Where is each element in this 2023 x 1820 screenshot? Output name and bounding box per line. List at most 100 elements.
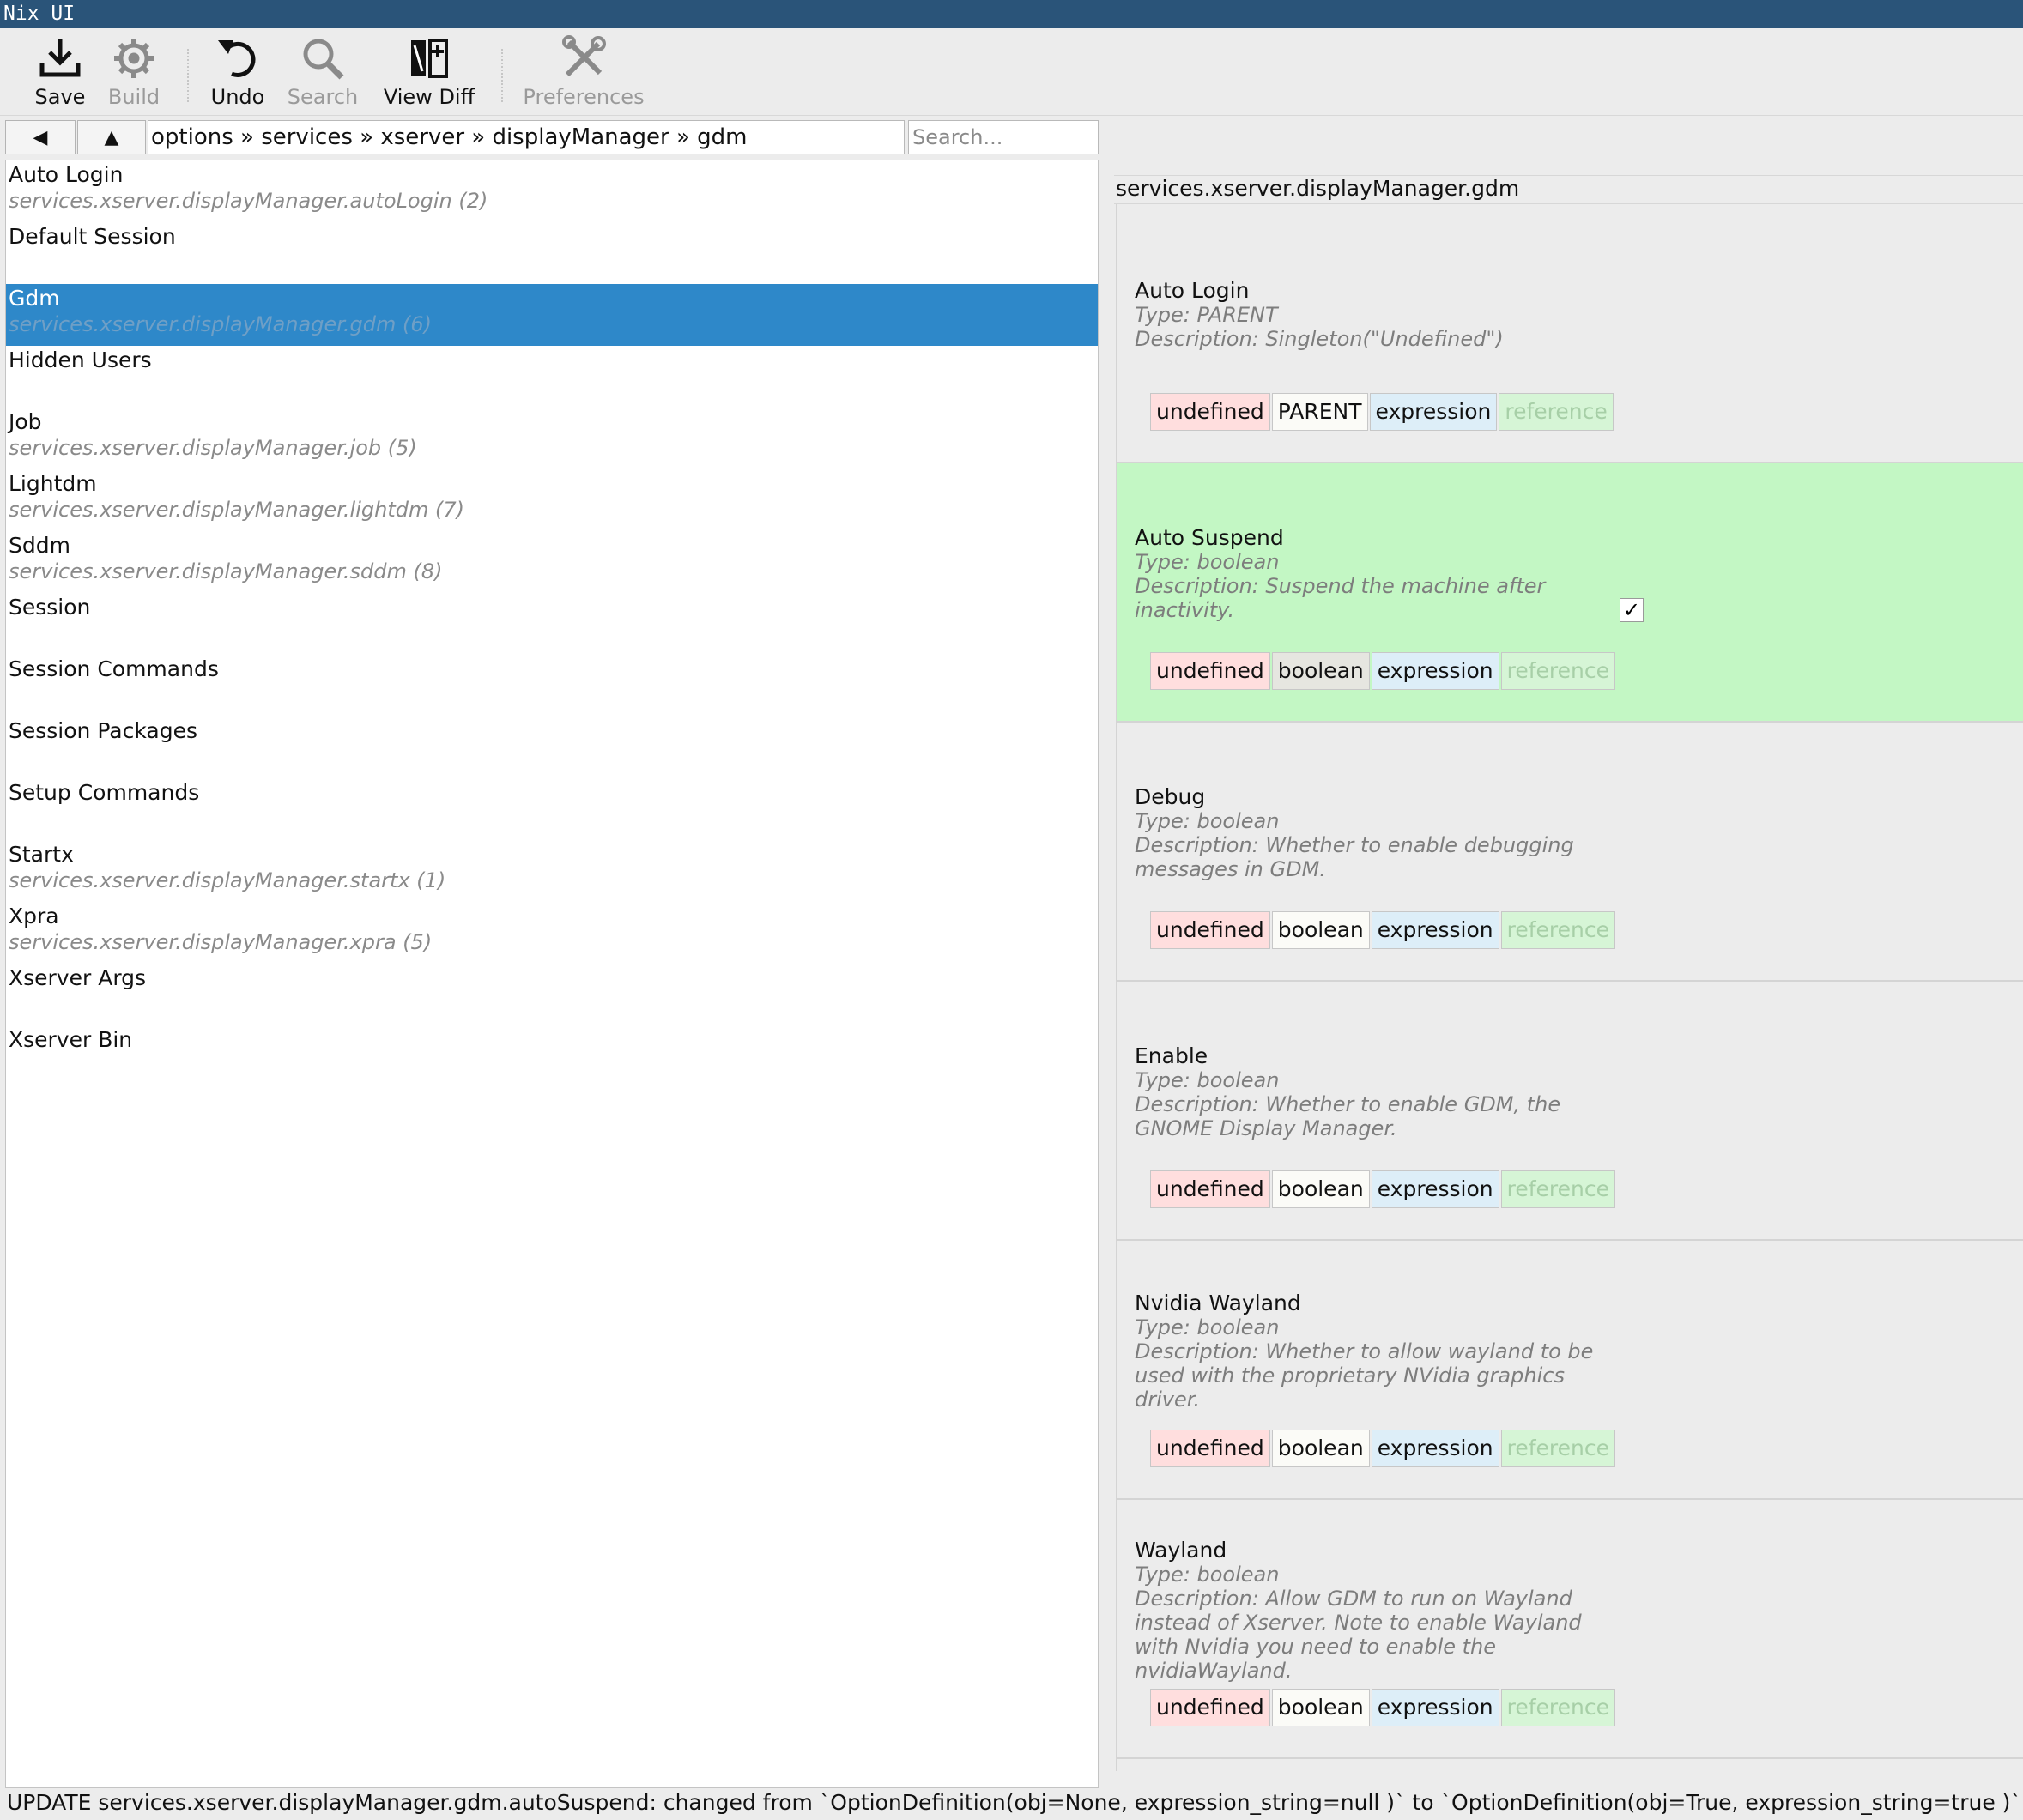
list-item[interactable]: Session [6, 593, 1098, 655]
tab-type[interactable]: boolean [1271, 1689, 1370, 1726]
value-type-tabs: undefined boolean expression reference [1150, 652, 1617, 690]
value-type-tabs: undefined boolean expression reference [1150, 1689, 1617, 1726]
list-item[interactable]: Session Packages [6, 717, 1098, 778]
tab-reference[interactable]: reference [1500, 1170, 1615, 1208]
tab-expression[interactable]: expression [1371, 1430, 1499, 1467]
list-item[interactable]: Session Commands [6, 655, 1098, 717]
tab-type[interactable]: boolean [1271, 652, 1370, 690]
option-description: Description: Suspend the machine after [1135, 574, 1546, 598]
value-type-tabs: undefined boolean expression reference [1150, 1430, 1617, 1467]
option-card: Auto Suspend Type: boolean Description: Su… [1117, 463, 2023, 723]
option-name: Debug [1135, 784, 1206, 809]
option-description: Description: Allow GDM to run on Wayland [1135, 1587, 1572, 1611]
list-item-title: Session Commands [9, 656, 219, 681]
tab-expression[interactable]: expression [1371, 911, 1499, 949]
list-item-title: Startx [9, 842, 74, 867]
back-button[interactable]: ◀ [5, 120, 76, 154]
list-item-path: services.xserver.displayManager.job (5) [9, 436, 417, 460]
list-item-path: services.xserver.displayManager.lightdm … [9, 498, 464, 522]
details-header: services.xserver.displayManager.gdm [1114, 175, 2023, 204]
tab-reference[interactable]: reference [1500, 652, 1615, 690]
build-button[interactable]: Build [106, 33, 161, 112]
list-item[interactable]: Xserver Args [6, 964, 1098, 1025]
tab-undefined[interactable]: undefined [1150, 1689, 1270, 1726]
breadcrumb-path: options » services » xserver » displayMa… [151, 124, 748, 150]
tab-expression[interactable]: expression [1371, 1689, 1499, 1726]
preferences-button[interactable]: Preferences [518, 33, 649, 112]
option-type: Type: boolean [1135, 1068, 1280, 1092]
undo-icon [218, 40, 256, 77]
tab-reference[interactable]: reference [1500, 1689, 1615, 1726]
status-bar: UPDATE services.xserver.displayManager.g… [0, 1788, 2023, 1820]
list-item[interactable]: Auto Login services.xserver.displayManage… [6, 160, 1098, 222]
undo-button[interactable]: Undo [209, 33, 266, 112]
list-item[interactable]: Startx services.xserver.displayManager.st… [6, 840, 1098, 902]
list-item-title: Gdm [9, 286, 60, 311]
toolbar-separator [187, 49, 191, 102]
list-item-title: Xserver Bin [9, 1027, 133, 1052]
up-arrow-icon: ▲ [104, 126, 119, 148]
tab-undefined[interactable]: undefined [1150, 1430, 1270, 1467]
tab-undefined[interactable]: undefined [1150, 652, 1270, 690]
tab-undefined[interactable]: undefined [1150, 1170, 1270, 1208]
gear-icon [114, 39, 154, 78]
list-item-title: Hidden Users [9, 348, 152, 372]
window-title: Nix UI [3, 3, 76, 25]
tab-expression[interactable]: expression [1369, 393, 1498, 431]
tab-expression[interactable]: expression [1371, 652, 1499, 690]
list-item[interactable]: Default Session [6, 222, 1098, 284]
list-item-path: services.xserver.displayManager.autoLogi… [9, 189, 488, 213]
list-item-title: Setup Commands [9, 780, 200, 805]
tab-undefined[interactable]: undefined [1150, 393, 1270, 431]
tab-type[interactable]: boolean [1271, 911, 1370, 949]
option-description: driver. [1135, 1388, 1201, 1412]
up-button[interactable]: ▲ [77, 120, 146, 154]
list-item-path: services.xserver.displayManager.gdm (6) [9, 312, 433, 336]
list-item-path: services.xserver.displayManager.sddm (8) [9, 559, 443, 583]
option-card: Auto Login Type: PARENT Description: Singl… [1117, 204, 2023, 463]
option-description: inactivity. [1135, 598, 1235, 622]
option-name: Wayland [1135, 1538, 1227, 1563]
save-button[interactable]: Save [33, 33, 88, 112]
list-item[interactable]: Xserver Bin [6, 1025, 1098, 1087]
option-description: messages in GDM. [1135, 857, 1326, 881]
search-button[interactable]: Search [287, 33, 359, 112]
option-card: Nvidia Wayland Type: boolean Description: … [1117, 1241, 2023, 1500]
back-arrow-icon: ◀ [33, 126, 48, 148]
list-item[interactable]: Gdm services.xserver.displayManager.gdm (… [6, 284, 1098, 346]
list-item[interactable]: Hidden Users [6, 346, 1098, 408]
list-item[interactable]: Sddm services.xserver.displayManager.sddm… [6, 531, 1098, 593]
option-name: Auto Suspend [1135, 525, 1284, 550]
toolbar: Save Build Undo Search View Diff Prefere… [0, 28, 2023, 116]
list-item[interactable]: Job services.xserver.displayManager.job (… [6, 408, 1098, 469]
breadcrumb[interactable]: options » services » xserver » displayMa… [148, 120, 905, 154]
tab-expression[interactable]: expression [1371, 1170, 1499, 1208]
tab-reference[interactable]: reference [1500, 911, 1615, 949]
list-item-title: Default Session [9, 224, 176, 249]
diff-icon [411, 39, 448, 78]
option-description: Description: Singleton("Undefined") [1135, 327, 1504, 351]
value-type-tabs: undefined boolean expression reference [1150, 911, 1617, 949]
option-name: Nvidia Wayland [1135, 1291, 1301, 1315]
search-input[interactable] [908, 120, 1099, 154]
view-diff-button[interactable]: View Diff [381, 33, 477, 112]
option-card: Debug Type: boolean Description: Whether t… [1117, 723, 2023, 982]
tab-type[interactable]: PARENT [1271, 393, 1368, 431]
tab-reference[interactable]: reference [1499, 393, 1614, 431]
tab-type[interactable]: boolean [1271, 1430, 1370, 1467]
tab-reference[interactable]: reference [1500, 1430, 1615, 1467]
list-item[interactable]: Xpra services.xserver.displayManager.xpra… [6, 902, 1098, 964]
list-item-title: Sddm [9, 533, 70, 558]
details-pane: Auto Login Type: PARENT Description: Singl… [1116, 204, 2023, 1771]
tab-type[interactable]: boolean [1271, 1170, 1370, 1208]
details-path: services.xserver.displayManager.gdm [1116, 176, 1520, 201]
value-checkbox[interactable]: ✓ [1620, 598, 1644, 622]
list-item[interactable]: Setup Commands [6, 778, 1098, 840]
option-card: Wayland Type: boolean Description: Allow G… [1117, 1500, 2023, 1759]
option-list[interactable]: Auto Login services.xserver.displayManage… [5, 160, 1099, 1788]
option-type: Type: PARENT [1135, 303, 1278, 327]
list-item-title: Session Packages [9, 718, 197, 743]
option-description: with Nvidia you need to enable the [1135, 1635, 1497, 1659]
list-item[interactable]: Lightdm services.xserver.displayManager.l… [6, 469, 1098, 531]
tab-undefined[interactable]: undefined [1150, 911, 1270, 949]
